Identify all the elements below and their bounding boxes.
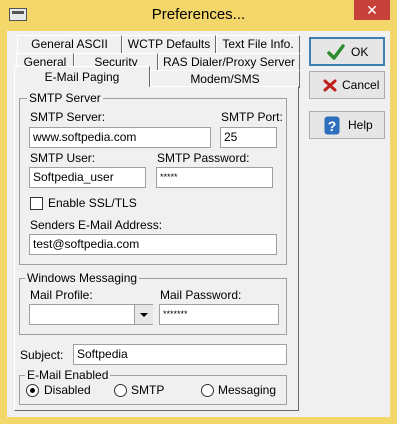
cancel-button-label: Cancel bbox=[342, 78, 380, 92]
mail-profile-dropdown-button[interactable] bbox=[134, 305, 153, 324]
smtp-password-input[interactable]: ***** bbox=[156, 167, 273, 188]
smtp-user-label: SMTP User: bbox=[30, 151, 96, 165]
mail-password-input[interactable]: ******* bbox=[159, 304, 279, 325]
check-icon bbox=[327, 44, 345, 60]
window-title: Preferences... bbox=[151, 6, 246, 23]
smtp-port-input[interactable]: 25 bbox=[220, 127, 277, 148]
radio-disabled[interactable] bbox=[26, 384, 39, 397]
window-frame-left bbox=[0, 31, 7, 424]
ok-button[interactable]: OK bbox=[309, 37, 385, 66]
ok-button-label: OK bbox=[351, 45, 369, 59]
smtp-server-label: SMTP Server: bbox=[30, 110, 106, 124]
tab-text-file-info[interactable]: Text File Info. bbox=[216, 35, 300, 53]
help-button[interactable]: ? Help bbox=[309, 111, 385, 139]
question-icon: ? bbox=[324, 116, 340, 135]
smtp-server-group-label: SMTP Server bbox=[27, 91, 103, 105]
radio-messaging-label[interactable]: Messaging bbox=[218, 383, 276, 397]
cancel-button[interactable]: Cancel bbox=[309, 71, 385, 99]
smtp-port-label: SMTP Port: bbox=[221, 110, 283, 124]
mail-password-label: Mail Password: bbox=[160, 288, 242, 302]
email-enabled-group-label: E-Mail Enabled bbox=[25, 368, 111, 382]
smtp-user-input[interactable]: Softpedia_user bbox=[29, 167, 146, 188]
tab-ras-dialer-proxy[interactable]: RAS Dialer/Proxy Server bbox=[158, 53, 300, 71]
subject-label: Subject: bbox=[20, 348, 64, 362]
svg-text:?: ? bbox=[328, 118, 337, 134]
enable-ssl-checkbox[interactable] bbox=[30, 197, 43, 210]
chevron-down-icon bbox=[140, 313, 148, 317]
radio-smtp-label[interactable]: SMTP bbox=[131, 383, 164, 397]
radio-smtp[interactable] bbox=[114, 384, 127, 397]
tab-wctp-defaults[interactable]: WCTP Defaults bbox=[122, 35, 216, 53]
sender-email-label: Senders E-Mail Address: bbox=[30, 218, 163, 232]
help-button-label: Help bbox=[348, 118, 373, 132]
enable-ssl-label[interactable]: Enable SSL/TLS bbox=[48, 196, 137, 210]
radio-disabled-label[interactable]: Disabled bbox=[44, 383, 91, 397]
smtp-password-label: SMTP Password: bbox=[157, 151, 250, 165]
tab-general-ascii-data[interactable]: General ASCII Data bbox=[17, 35, 122, 68]
radio-messaging[interactable] bbox=[201, 384, 214, 397]
subject-input[interactable]: Softpedia bbox=[73, 344, 287, 365]
window-frame-right bbox=[390, 31, 397, 424]
sender-email-input[interactable]: test@softpedia.com bbox=[29, 234, 277, 255]
window-frame-bottom bbox=[0, 417, 397, 424]
smtp-server-input[interactable]: www.softpedia.com bbox=[29, 127, 211, 148]
close-button[interactable]: ✕ bbox=[354, 0, 390, 20]
windows-messaging-group-label: Windows Messaging bbox=[25, 271, 140, 285]
mail-profile-label: Mail Profile: bbox=[30, 288, 93, 302]
tab-email-paging[interactable]: E-Mail Paging bbox=[14, 66, 150, 87]
x-icon bbox=[323, 79, 337, 92]
